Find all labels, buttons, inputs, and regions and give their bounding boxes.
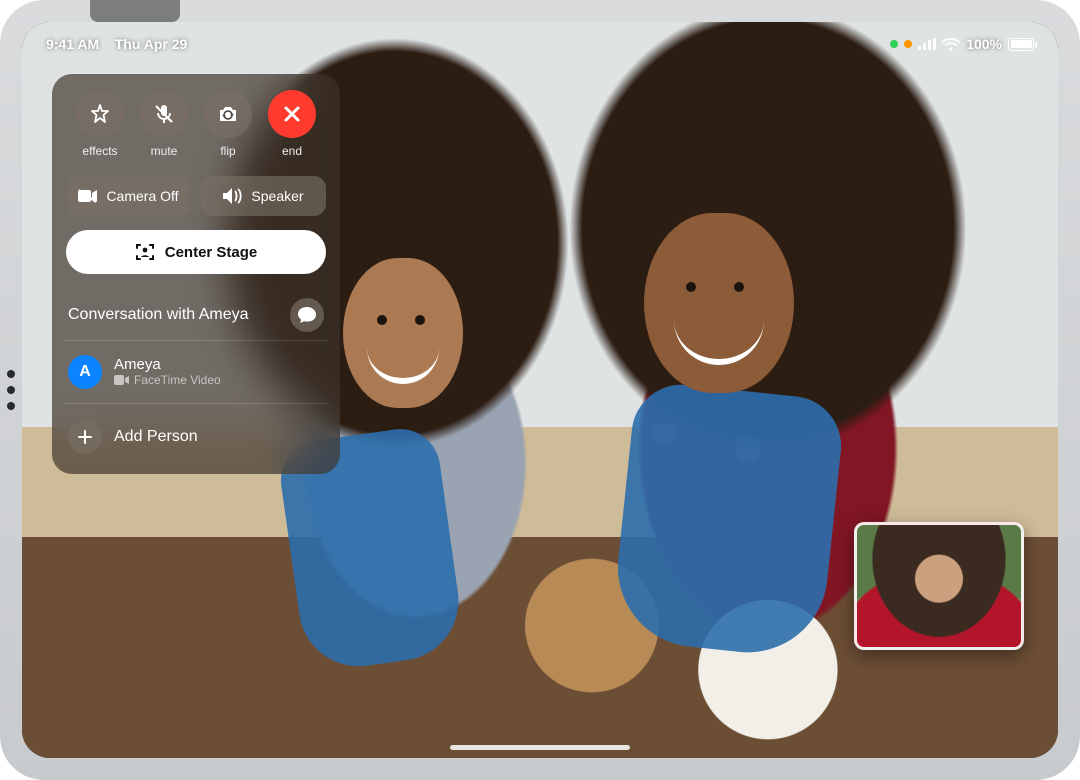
- divider: [64, 403, 328, 404]
- plus-icon: [77, 429, 93, 445]
- avatar: A: [68, 355, 102, 389]
- status-bar: 9:41 AM Thu Apr 29 100%: [22, 30, 1058, 58]
- camera-off-button[interactable]: Camera Off: [66, 176, 191, 216]
- status-left: 9:41 AM Thu Apr 29: [46, 36, 187, 52]
- mute-button[interactable]: mute: [134, 90, 194, 158]
- screen: 9:41 AM Thu Apr 29 100%: [22, 22, 1058, 758]
- effects-button[interactable]: effects: [70, 90, 130, 158]
- flip-button[interactable]: flip: [198, 90, 258, 158]
- add-person-button[interactable]: Add Person: [66, 410, 326, 456]
- effects-label: effects: [82, 144, 117, 158]
- mute-mic-slash-icon: [152, 102, 176, 126]
- mute-label: mute: [151, 144, 178, 158]
- camera-off-label: Camera Off: [106, 188, 178, 204]
- wifi-icon: [942, 38, 960, 51]
- participant-name: Ameya: [114, 357, 221, 374]
- center-stage-icon: [135, 242, 155, 262]
- ipad-camera-dots: [7, 386, 15, 394]
- cellular-bars-icon: [918, 38, 936, 50]
- speaker-button[interactable]: Speaker: [201, 176, 326, 216]
- divider: [64, 340, 328, 341]
- top-controls-row: effects mute flip: [66, 90, 326, 164]
- effects-star-icon: [88, 102, 112, 126]
- status-date: Thu Apr 29: [115, 36, 188, 52]
- speaker-label: Speaker: [251, 188, 303, 204]
- status-right: 100%: [890, 36, 1034, 52]
- home-indicator[interactable]: [450, 745, 630, 750]
- flip-camera-icon: [216, 102, 240, 126]
- add-person-label: Add Person: [114, 428, 198, 446]
- flip-label: flip: [220, 144, 235, 158]
- participant-row[interactable]: A Ameya FaceTime Video: [66, 347, 326, 397]
- battery-icon: [1008, 38, 1034, 51]
- camera-active-indicator-icon: [890, 40, 898, 48]
- center-stage-label: Center Stage: [165, 244, 258, 261]
- conversation-title: Conversation with Ameya: [68, 306, 249, 324]
- ipad-device-frame: 9:41 AM Thu Apr 29 100%: [0, 0, 1080, 780]
- status-time: 9:41 AM: [46, 36, 99, 52]
- facetime-video-icon: [114, 375, 129, 385]
- battery-percent: 100%: [966, 36, 1002, 52]
- messages-bubble-icon: [297, 306, 317, 324]
- end-x-icon: [281, 103, 303, 125]
- end-label: end: [282, 144, 302, 158]
- ipad-top-stub: [90, 0, 180, 22]
- camera-off-icon: [78, 189, 98, 203]
- end-call-button[interactable]: end: [262, 90, 322, 158]
- facetime-controls-panel: effects mute flip: [52, 74, 340, 474]
- secondary-controls-row: Camera Off Speaker: [66, 176, 326, 216]
- center-stage-button[interactable]: Center Stage: [66, 230, 326, 274]
- self-view-pip[interactable]: [854, 522, 1024, 650]
- participant-subtitle: FaceTime Video: [134, 373, 221, 387]
- mic-active-indicator-icon: [904, 40, 912, 48]
- open-messages-button[interactable]: [290, 298, 324, 332]
- speaker-icon: [223, 188, 243, 204]
